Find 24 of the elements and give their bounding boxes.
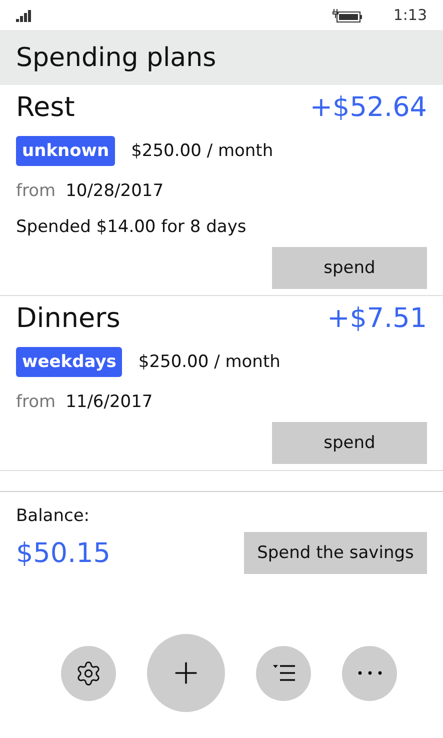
battery-icon [331,8,364,22]
settings-icon [75,660,102,686]
sort-icon [270,663,296,683]
balance-value: $50.15 [16,538,110,568]
spend-button[interactable]: spend [272,247,427,289]
from-label: from [16,392,56,412]
from-label: from [16,181,56,201]
plan-tag: weekdays [16,347,122,377]
plan-name: Rest [16,92,75,122]
spent-note: Spended $14.00 for 8 days [16,217,246,237]
plan-rate: $250.00 / month [131,141,274,161]
spend-savings-button[interactable]: Spend the savings [244,532,427,574]
balance-label: Balance: [16,506,91,526]
start-date: 10/28/2017 [66,181,164,201]
start-date: 11/6/2017 [66,392,153,412]
plan-amount: +$52.64 [310,92,427,122]
clock-time: 1:13 [393,6,427,24]
plan-amount: +$7.51 [327,302,427,334]
plan-name: Dinners [16,302,120,334]
spend-button[interactable]: spend [272,422,427,464]
more-icon [358,671,382,675]
plan-tag: unknown [16,136,116,166]
page-title: Spending plans [16,42,216,72]
plan-rate: $250.00 / month [138,352,280,372]
